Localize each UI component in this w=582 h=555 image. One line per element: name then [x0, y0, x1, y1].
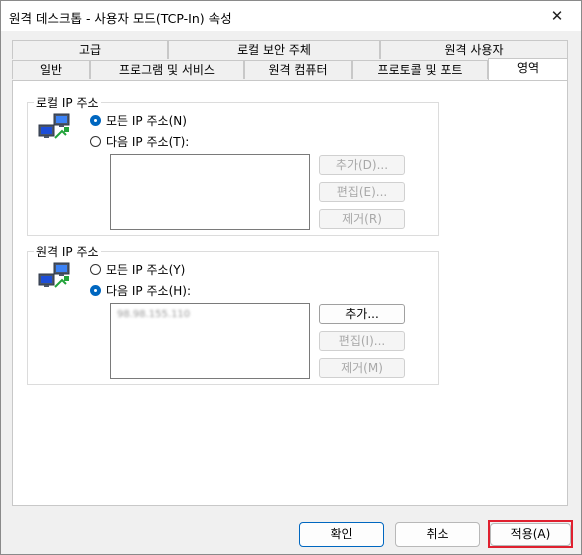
tab-row-front: 일반 프로그램 및 서비스 원격 컴퓨터 프로토콜 및 포트 영역	[12, 58, 568, 80]
remote-specific-ip-option[interactable]: 다음 IP 주소(H):	[90, 282, 191, 298]
tab-remote-computers[interactable]: 원격 컴퓨터	[244, 60, 352, 79]
apply-button-highlight	[488, 520, 573, 548]
remote-add-button[interactable]: 추가...	[319, 304, 405, 324]
local-ip-group: 로컬 IP 주소 모든 IP 주소(N) 다음 IP 주소(T): 추가(D).…	[27, 94, 439, 236]
local-ip-list[interactable]	[110, 154, 310, 230]
cancel-button[interactable]: 취소	[395, 522, 480, 547]
remote-any-ip-radio[interactable]	[90, 263, 101, 275]
network-computers-icon	[38, 262, 70, 288]
remote-ip-group-label: 원격 IP 주소	[34, 243, 101, 260]
close-icon[interactable]: ✕	[539, 3, 575, 29]
remote-any-ip-label: 모든 IP 주소(Y)	[106, 262, 186, 277]
tab-advanced[interactable]: 고급	[12, 40, 168, 59]
tab-row-back: 고급 로컬 보안 주체 원격 사용자	[12, 40, 568, 60]
remote-ip-group: 원격 IP 주소 모든 IP 주소(Y) 다음 IP 주소(H): 98.98.…	[27, 243, 439, 385]
local-any-ip-label: 모든 IP 주소(N)	[106, 113, 187, 128]
ok-button[interactable]: 확인	[299, 522, 384, 547]
local-edit-button[interactable]: 편집(E)...	[319, 182, 405, 202]
local-specific-ip-radio[interactable]	[90, 135, 101, 147]
tab-protocols-ports[interactable]: 프로토콜 및 포트	[352, 60, 488, 79]
remote-specific-ip-label: 다음 IP 주소(H):	[106, 283, 191, 298]
tab-programs-services[interactable]: 프로그램 및 서비스	[90, 60, 244, 79]
remote-edit-button[interactable]: 편집(I)...	[319, 331, 405, 351]
local-ip-group-label: 로컬 IP 주소	[34, 94, 101, 111]
network-computers-icon	[38, 113, 70, 139]
remote-ip-list[interactable]: 98.98.155.110	[110, 303, 310, 379]
remote-any-ip-option[interactable]: 모든 IP 주소(Y)	[90, 261, 185, 277]
local-specific-ip-option[interactable]: 다음 IP 주소(T):	[90, 133, 189, 149]
tab-local-principals[interactable]: 로컬 보안 주체	[168, 40, 380, 59]
scope-panel: 로컬 IP 주소 모든 IP 주소(N) 다음 IP 주소(T): 추가(D).…	[12, 80, 568, 506]
title-bar: 원격 데스크톱 - 사용자 모드(TCP-In) 속성 ✕	[1, 1, 581, 31]
remote-specific-ip-radio[interactable]	[90, 284, 101, 296]
local-remove-button[interactable]: 제거(R)	[319, 209, 405, 229]
tab-scope[interactable]: 영역	[488, 58, 568, 80]
local-any-ip-radio[interactable]	[90, 114, 101, 126]
remote-remove-button[interactable]: 제거(M)	[319, 358, 405, 378]
local-add-button[interactable]: 추가(D)...	[319, 155, 405, 175]
local-any-ip-option[interactable]: 모든 IP 주소(N)	[90, 112, 187, 128]
tab-remote-users[interactable]: 원격 사용자	[380, 40, 568, 59]
tab-general[interactable]: 일반	[12, 60, 90, 79]
local-specific-ip-label: 다음 IP 주소(T):	[106, 134, 190, 149]
window-title: 원격 데스크톱 - 사용자 모드(TCP-In) 속성	[9, 11, 232, 26]
remote-ip-list-item[interactable]: 98.98.155.110	[117, 309, 190, 320]
